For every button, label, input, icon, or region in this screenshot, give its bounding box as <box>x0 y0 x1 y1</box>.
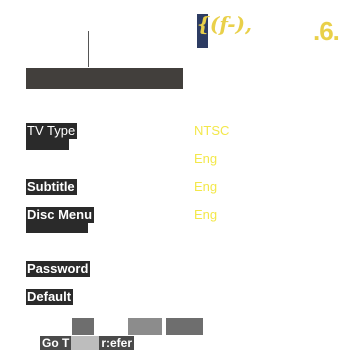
menu-value-subtitle[interactable]: Eng <box>194 179 217 195</box>
menu-value-tv-type[interactable]: NTSC <box>194 123 229 139</box>
go-to-gap <box>71 336 100 350</box>
menu-item-tv-type-shadow <box>26 139 69 150</box>
menu-item-audio[interactable] <box>26 151 69 167</box>
menu-item-parental[interactable] <box>26 235 87 251</box>
menu-item-default[interactable]: Default <box>26 289 74 305</box>
page-number: .6. <box>313 16 340 46</box>
go-to-label-prefix: Go T <box>40 336 72 350</box>
menu-item-disc-menu[interactable]: Disc Menu <box>26 207 95 223</box>
header-title-bar <box>26 68 183 89</box>
footer-block-1 <box>72 318 94 335</box>
menu-item-password[interactable]: Password <box>26 261 91 277</box>
header-divider-line <box>88 31 89 67</box>
brand-logo: {(f-), <box>197 12 252 52</box>
menu-item-disc-menu-shadow <box>26 223 88 233</box>
menu-value-disc-menu[interactable]: Eng <box>194 207 217 223</box>
footer-block-3 <box>166 318 203 335</box>
menu-item-subtitle[interactable]: Subtitle <box>26 179 77 195</box>
menu-value-audio[interactable]: Eng <box>194 151 217 167</box>
logo-text: {(f-), <box>197 12 252 36</box>
go-to-label-suffix: r:efer <box>99 336 135 350</box>
menu-item-tv-type[interactable]: TV Type <box>26 123 78 139</box>
footer-block-2 <box>128 318 162 335</box>
go-to-bar[interactable]: Go T r:efer <box>38 336 135 350</box>
